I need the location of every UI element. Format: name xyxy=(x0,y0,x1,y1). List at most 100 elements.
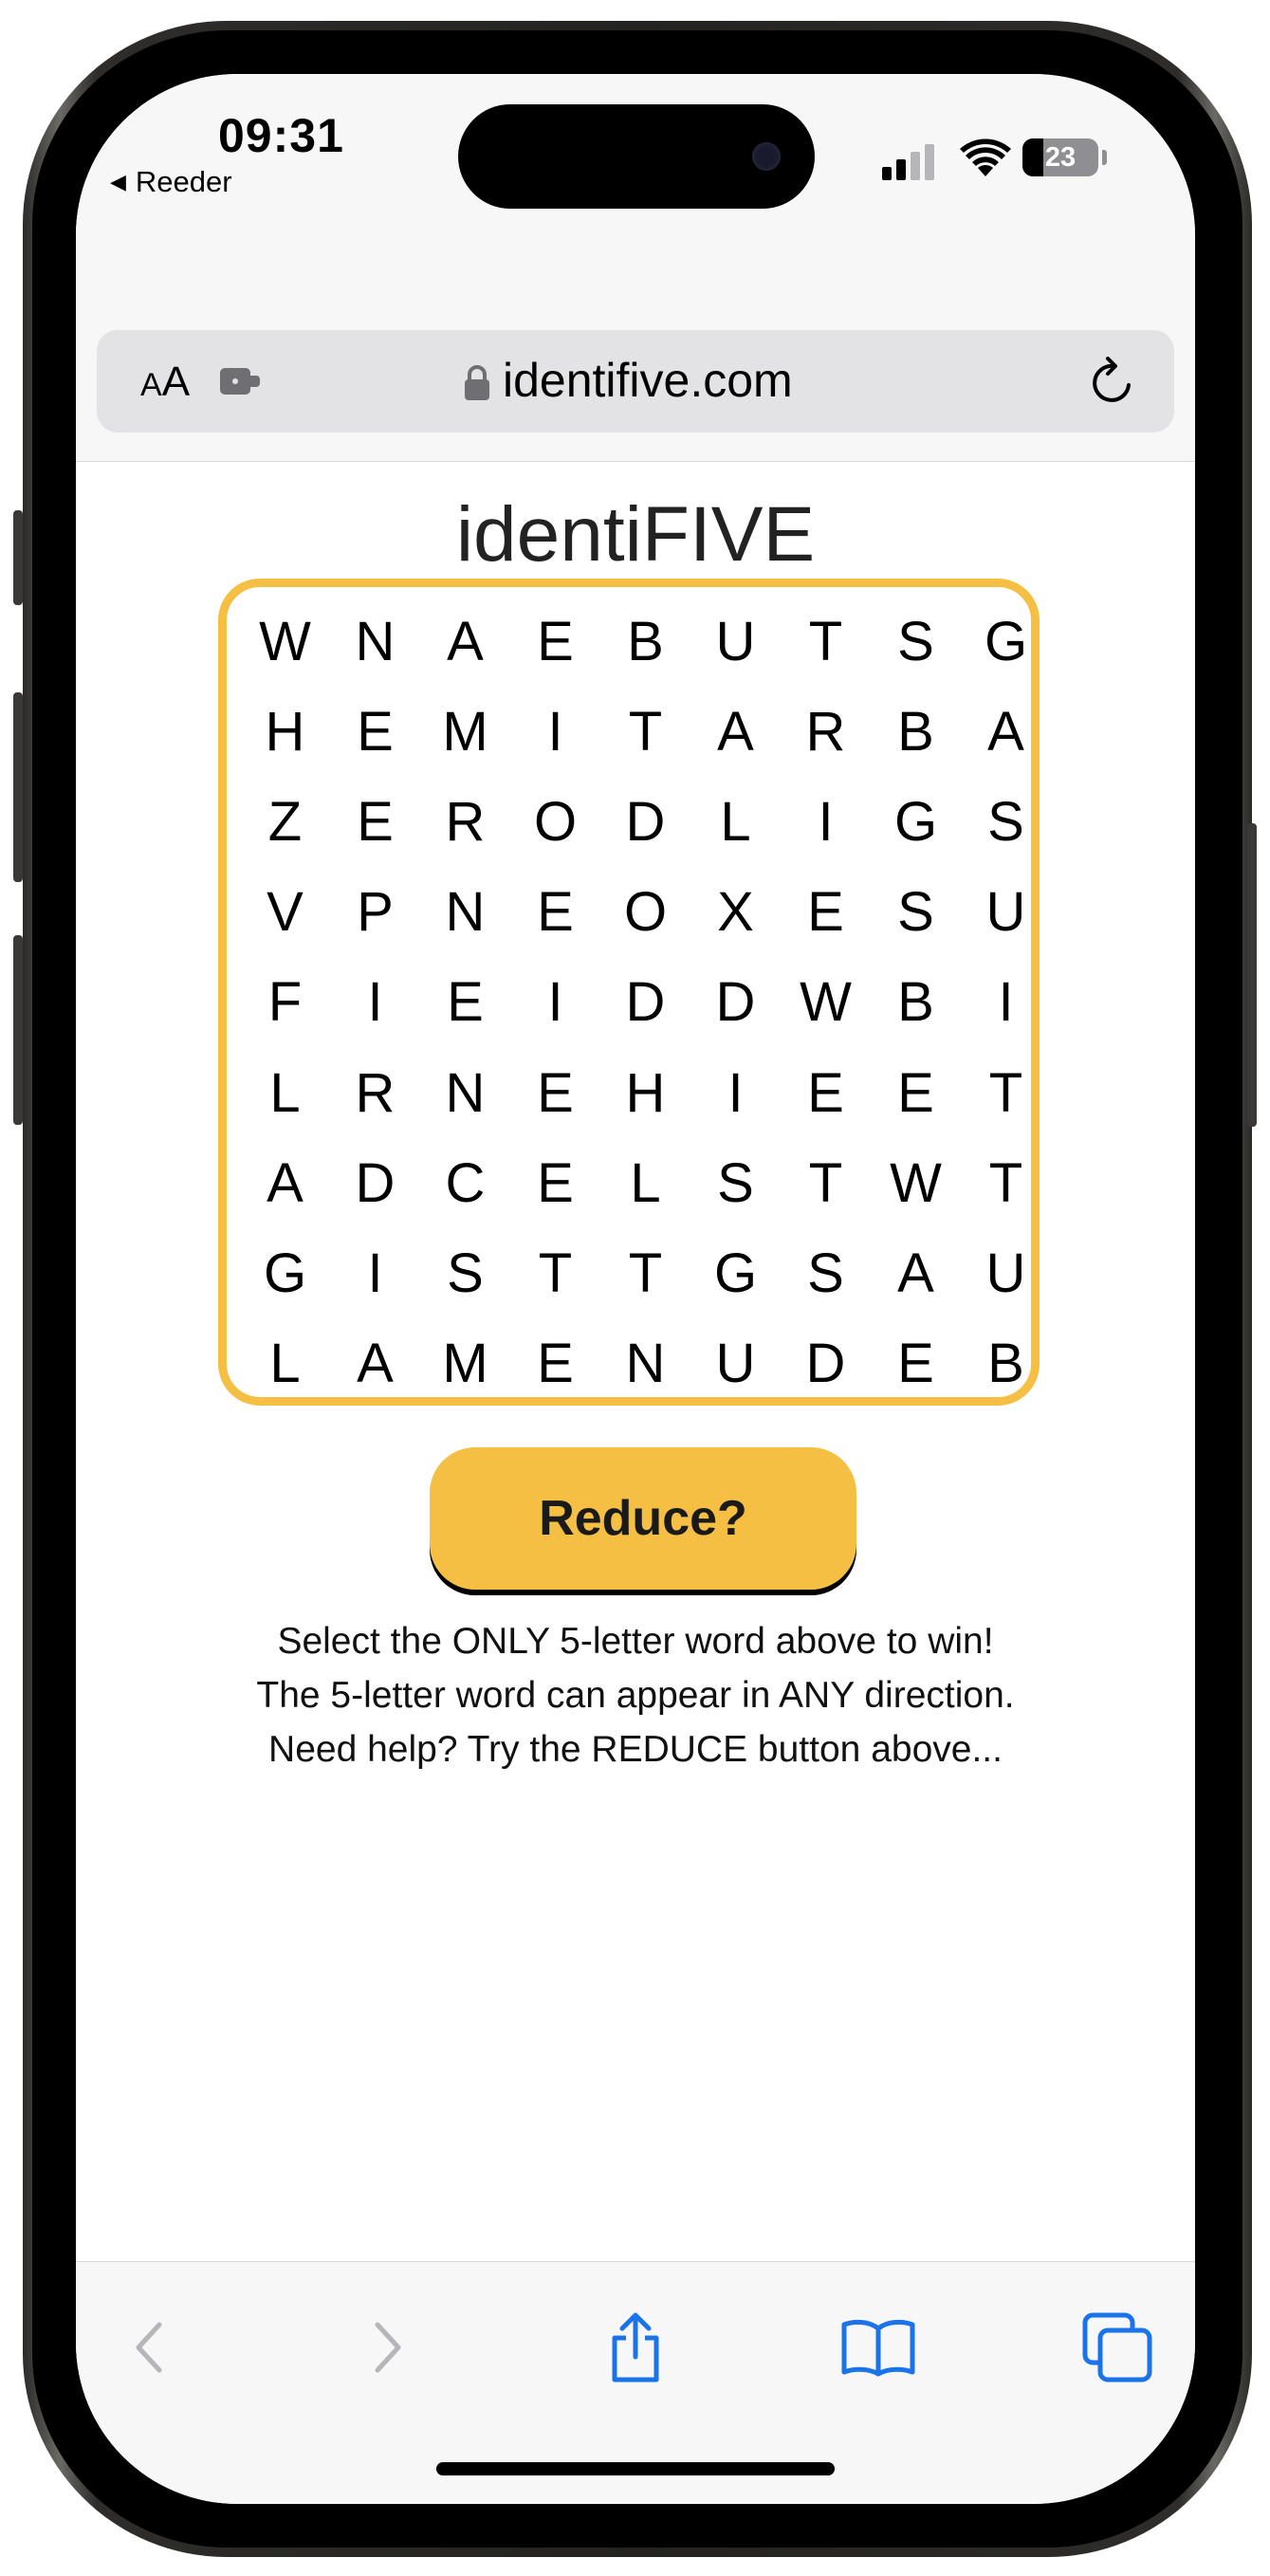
letter-cell[interactable]: X xyxy=(690,867,781,957)
letter-cell[interactable]: E xyxy=(510,597,600,687)
share-icon xyxy=(612,2312,659,2383)
letter-cell[interactable]: R xyxy=(420,777,510,867)
letter-cell[interactable]: E xyxy=(781,1047,871,1137)
letter-cell[interactable]: I xyxy=(330,957,420,1047)
forward-icon xyxy=(375,2322,401,2373)
extension-icon[interactable] xyxy=(218,364,264,398)
letter-cell[interactable]: Z xyxy=(240,777,330,867)
letter-cell[interactable]: G xyxy=(961,597,1051,687)
letter-cell[interactable]: B xyxy=(600,597,690,687)
letter-cell[interactable]: S xyxy=(871,867,961,957)
letter-cell[interactable]: W xyxy=(781,957,871,1047)
letter-cell[interactable]: D xyxy=(690,957,781,1047)
letter-cell[interactable]: E xyxy=(330,777,420,867)
letter-cell[interactable]: V xyxy=(240,867,330,957)
letter-cell[interactable]: N xyxy=(420,867,510,957)
letter-cell[interactable]: S xyxy=(420,1228,510,1318)
letter-cell[interactable]: S xyxy=(961,777,1051,867)
letter-cell[interactable]: R xyxy=(781,687,871,777)
letter-cell[interactable]: N xyxy=(330,597,420,687)
letter-cell[interactable]: A xyxy=(871,1228,961,1318)
letter-cell[interactable]: S xyxy=(690,1138,781,1228)
tabs-button[interactable] xyxy=(1070,2300,1165,2395)
letter-cell[interactable]: E xyxy=(420,957,510,1047)
letter-cell[interactable]: E xyxy=(871,1318,961,1408)
page-title: identiFIVE xyxy=(455,491,816,578)
letter-cell[interactable]: N xyxy=(420,1047,510,1137)
letter-cell[interactable]: T xyxy=(781,1138,871,1228)
letter-cell[interactable]: D xyxy=(600,957,690,1047)
letter-cell[interactable]: U xyxy=(961,1228,1051,1318)
letter-cell[interactable]: W xyxy=(240,597,330,687)
letter-cell[interactable]: O xyxy=(510,777,600,867)
letter-cell[interactable]: S xyxy=(781,1228,871,1318)
forward-button[interactable] xyxy=(340,2300,434,2395)
letter-cell[interactable]: E xyxy=(510,867,600,957)
letter-cell[interactable]: N xyxy=(600,1318,690,1408)
letter-cell[interactable]: U xyxy=(690,597,781,687)
back-triangle-icon: ◀ xyxy=(110,170,126,193)
letter-cell[interactable]: G xyxy=(871,777,961,867)
letter-cell[interactable]: D xyxy=(781,1318,871,1408)
letter-cell[interactable]: T xyxy=(781,597,871,687)
letter-cell[interactable]: G xyxy=(690,1228,781,1318)
letter-cell[interactable]: S xyxy=(871,597,961,687)
reload-icon[interactable] xyxy=(1087,355,1136,408)
letter-cell[interactable]: B xyxy=(961,1318,1051,1408)
letter-cell[interactable]: E xyxy=(510,1318,600,1408)
back-button[interactable] xyxy=(102,2300,197,2395)
letter-cell[interactable]: A xyxy=(961,687,1051,777)
letter-cell[interactable]: H xyxy=(240,687,330,777)
letter-cell[interactable]: A xyxy=(240,1138,330,1228)
letter-cell[interactable]: T xyxy=(961,1047,1051,1137)
page-settings-button[interactable]: AA xyxy=(140,359,190,406)
home-indicator xyxy=(436,2462,835,2475)
share-button[interactable] xyxy=(588,2300,683,2395)
letter-cell[interactable]: I xyxy=(961,957,1051,1047)
letter-cell[interactable]: E xyxy=(781,867,871,957)
letter-cell[interactable]: M xyxy=(420,1318,510,1408)
letter-cell[interactable]: U xyxy=(961,867,1051,957)
letter-cell[interactable]: A xyxy=(330,1318,420,1408)
letter-cell[interactable]: D xyxy=(330,1138,420,1228)
reduce-button[interactable]: Reduce? xyxy=(430,1447,856,1590)
letter-cell[interactable]: L xyxy=(690,777,781,867)
letter-cell[interactable]: L xyxy=(240,1318,330,1408)
letter-cell[interactable]: B xyxy=(871,957,961,1047)
letter-cell[interactable]: T xyxy=(600,1228,690,1318)
letter-cell[interactable]: E xyxy=(330,687,420,777)
letter-cell[interactable]: M xyxy=(420,687,510,777)
letter-cell[interactable]: I xyxy=(510,957,600,1047)
letter-cell[interactable]: D xyxy=(600,777,690,867)
letter-cell[interactable]: O xyxy=(600,867,690,957)
letter-cell[interactable]: I xyxy=(690,1047,781,1137)
letter-cell[interactable]: E xyxy=(510,1138,600,1228)
letter-cell[interactable]: I xyxy=(781,777,871,867)
letter-cell[interactable]: A xyxy=(690,687,781,777)
letter-cell[interactable]: A xyxy=(420,597,510,687)
letter-cell[interactable]: U xyxy=(690,1318,781,1408)
bookmarks-button[interactable] xyxy=(831,2300,926,2395)
volume-up-button xyxy=(13,692,23,882)
letter-cell[interactable]: E xyxy=(510,1047,600,1137)
letter-cell[interactable]: L xyxy=(600,1138,690,1228)
address-bar[interactable]: AA identifive.com xyxy=(97,330,1174,432)
letter-cell[interactable]: R xyxy=(330,1047,420,1137)
letter-cell[interactable]: C xyxy=(420,1138,510,1228)
letter-cell[interactable]: T xyxy=(961,1138,1051,1228)
letter-cell[interactable]: I xyxy=(330,1228,420,1318)
letter-cell[interactable]: H xyxy=(600,1047,690,1137)
letter-cell[interactable]: I xyxy=(510,687,600,777)
letter-cell[interactable]: L xyxy=(240,1047,330,1137)
letter-cell[interactable]: P xyxy=(330,867,420,957)
letter-cell[interactable]: F xyxy=(240,957,330,1047)
letter-cell[interactable]: T xyxy=(600,687,690,777)
letter-cell[interactable]: E xyxy=(871,1047,961,1137)
letter-cell[interactable]: W xyxy=(871,1138,961,1228)
letter-cell[interactable]: G xyxy=(240,1228,330,1318)
letter-cell[interactable]: B xyxy=(871,687,961,777)
back-to-app-link[interactable]: ◀ Reeder xyxy=(110,165,232,199)
camera-icon xyxy=(752,142,781,171)
letter-cell[interactable]: T xyxy=(510,1228,600,1318)
instruction-line: The 5-letter word can appear in ANY dire… xyxy=(256,1675,1015,1716)
